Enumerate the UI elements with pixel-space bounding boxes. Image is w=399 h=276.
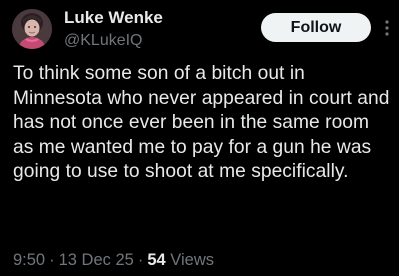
more-vertical-icon[interactable] <box>381 17 393 39</box>
tweet-date[interactable]: 13 Dec 25 <box>59 251 134 269</box>
follow-button[interactable]: Follow <box>261 13 371 42</box>
author-handle[interactable]: @KLukeIQ <box>64 31 143 51</box>
meta-separator-2: · <box>137 251 144 269</box>
tweet-meta: 9:50 · 13 Dec 25 · 54 Views <box>13 250 214 270</box>
tweet-text: To think some son of a bitch out in Minn… <box>13 63 390 183</box>
avatar-image <box>12 9 52 49</box>
tweet-card: Luke Wenke @KLukeIQ Follow To think some… <box>0 0 399 276</box>
tweet-time[interactable]: 9:50 <box>13 251 45 269</box>
views-label: Views <box>170 251 215 269</box>
author-display-name[interactable]: Luke Wenke <box>64 8 163 28</box>
meta-separator: · <box>49 251 55 269</box>
avatar[interactable] <box>12 9 52 49</box>
views-count[interactable]: 54 <box>147 251 165 269</box>
follow-button-label: Follow <box>290 18 342 36</box>
